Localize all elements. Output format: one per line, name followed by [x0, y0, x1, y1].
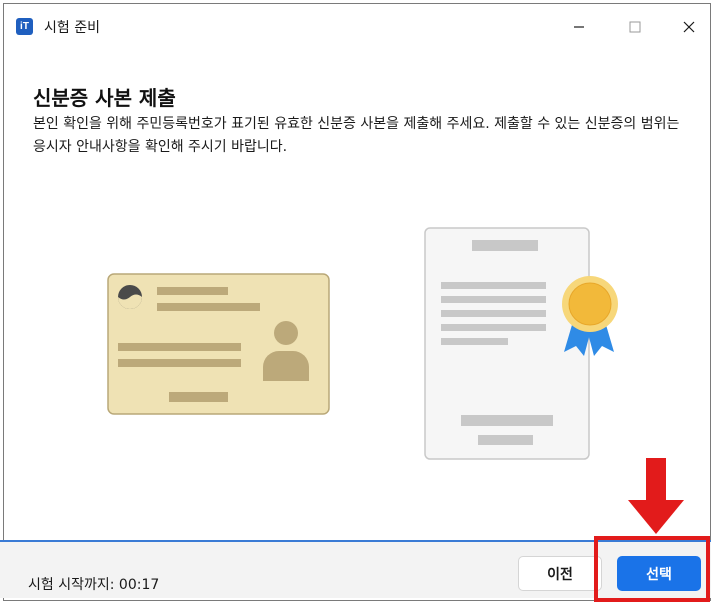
medal-badge-icon	[562, 276, 618, 356]
annotation-arrow-icon	[628, 458, 684, 534]
countdown-timer: 시험 시작까지: 00:17	[28, 574, 159, 594]
illustrations	[107, 227, 618, 460]
previous-button[interactable]: 이전	[518, 556, 602, 591]
certificate-illustration	[424, 227, 618, 460]
timer-label: 시험 시작까지:	[28, 577, 115, 593]
id-card-illustration	[107, 273, 330, 415]
timer-value: 00:17	[118, 577, 160, 593]
annotation-highlight-box	[594, 536, 710, 602]
emblem-icon	[118, 285, 142, 309]
